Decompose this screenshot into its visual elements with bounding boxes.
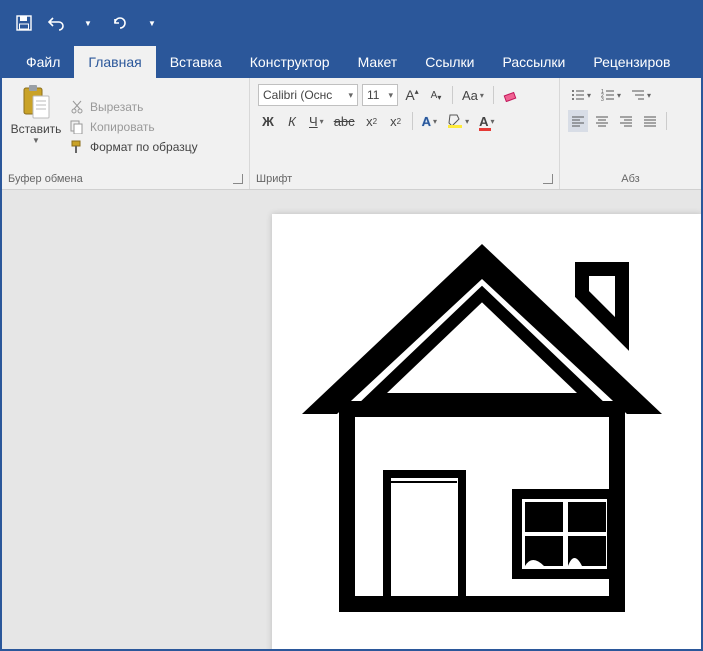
document-area[interactable] bbox=[2, 190, 701, 649]
paste-button[interactable]: Вставить ▼ bbox=[8, 82, 64, 171]
align-justify-button[interactable] bbox=[640, 110, 660, 132]
undo-dropdown[interactable]: ▼ bbox=[74, 9, 102, 37]
eraser-icon bbox=[503, 88, 519, 102]
grow-font-button[interactable]: A▴ bbox=[402, 84, 422, 106]
qat-customize[interactable]: ▼ bbox=[138, 9, 166, 37]
format-painter-label: Формат по образцу bbox=[90, 140, 198, 154]
bullets-icon bbox=[571, 88, 585, 102]
format-painter-button[interactable]: Формат по образцу bbox=[66, 138, 202, 156]
scissors-icon bbox=[70, 100, 84, 114]
paste-label: Вставить bbox=[11, 122, 62, 136]
quick-access-toolbar: ▼ ▼ bbox=[2, 2, 701, 44]
font-color-button[interactable]: A▾ bbox=[476, 110, 497, 132]
align-right-button[interactable] bbox=[616, 110, 636, 132]
save-button[interactable] bbox=[10, 9, 38, 37]
change-case-button[interactable]: Aa▾ bbox=[459, 84, 487, 106]
bullets-button[interactable]: ▾ bbox=[568, 84, 594, 106]
highlight-icon bbox=[447, 113, 463, 129]
subscript-button[interactable]: x2 bbox=[362, 110, 382, 132]
house-image[interactable] bbox=[282, 224, 682, 624]
multilevel-list-button[interactable]: ▾ bbox=[628, 84, 654, 106]
ribbon: Вставить ▼ Вырезать Копировать Формат по… bbox=[2, 78, 701, 190]
copy-icon bbox=[70, 120, 84, 134]
font-name-combo[interactable]: Calibri (Оснс▾ bbox=[258, 84, 358, 106]
tab-file[interactable]: Файл bbox=[12, 46, 74, 78]
redo-icon bbox=[112, 15, 128, 31]
font-name-value: Calibri (Оснс bbox=[263, 88, 332, 102]
font-size-value: 11 bbox=[367, 88, 379, 102]
shrink-font-button[interactable]: A▾ bbox=[426, 84, 446, 106]
clear-formatting-button[interactable] bbox=[500, 84, 522, 106]
paintbrush-icon bbox=[70, 140, 84, 154]
tab-review[interactable]: Рецензиров bbox=[579, 46, 684, 78]
superscript-button[interactable]: x2 bbox=[386, 110, 406, 132]
bold-button[interactable]: Ж bbox=[258, 110, 278, 132]
strikethrough-button[interactable]: abc bbox=[331, 110, 358, 132]
align-center-button[interactable] bbox=[592, 110, 612, 132]
tab-home[interactable]: Главная bbox=[74, 46, 155, 78]
font-size-combo[interactable]: 11▾ bbox=[362, 84, 398, 106]
highlight-button[interactable]: ▾ bbox=[444, 110, 472, 132]
copy-label: Копировать bbox=[90, 120, 155, 134]
group-paragraph: ▾ 123▾ ▾ bbox=[560, 78, 701, 189]
group-clipboard-label: Буфер обмена bbox=[8, 173, 83, 185]
numbering-icon: 123 bbox=[601, 88, 615, 102]
save-icon bbox=[16, 15, 32, 31]
clipboard-dialog-launcher[interactable] bbox=[233, 174, 243, 184]
group-font: Calibri (Оснс▾ 11▾ A▴ A▾ Aa▾ Ж К Ч▾ abc bbox=[250, 78, 560, 189]
align-justify-icon bbox=[643, 115, 657, 127]
font-dialog-launcher[interactable] bbox=[543, 174, 553, 184]
italic-button[interactable]: К bbox=[282, 110, 302, 132]
group-font-label: Шрифт bbox=[256, 173, 292, 185]
align-left-icon bbox=[571, 115, 585, 127]
tab-layout[interactable]: Макет bbox=[344, 46, 412, 78]
cut-label: Вырезать bbox=[90, 100, 143, 114]
undo-button[interactable] bbox=[42, 9, 70, 37]
text-effects-button[interactable]: A▾ bbox=[419, 110, 440, 132]
group-clipboard: Вставить ▼ Вырезать Копировать Формат по… bbox=[2, 78, 250, 189]
group-paragraph-label: Абз bbox=[621, 173, 639, 185]
multilevel-icon bbox=[631, 88, 645, 102]
undo-icon bbox=[47, 15, 65, 31]
redo-button[interactable] bbox=[106, 9, 134, 37]
tab-design[interactable]: Конструктор bbox=[236, 46, 344, 78]
tab-insert[interactable]: Вставка bbox=[156, 46, 236, 78]
copy-button[interactable]: Копировать bbox=[66, 118, 202, 136]
numbering-button[interactable]: 123▾ bbox=[598, 84, 624, 106]
align-left-button[interactable] bbox=[568, 110, 588, 132]
cut-button[interactable]: Вырезать bbox=[66, 98, 202, 116]
ribbon-tabs: Файл Главная Вставка Конструктор Макет С… bbox=[2, 44, 701, 78]
align-center-icon bbox=[595, 115, 609, 127]
document-page[interactable] bbox=[272, 214, 701, 649]
tab-mailings[interactable]: Рассылки bbox=[489, 46, 580, 78]
tab-references[interactable]: Ссылки bbox=[411, 46, 488, 78]
underline-button[interactable]: Ч▾ bbox=[306, 110, 327, 132]
align-right-icon bbox=[619, 115, 633, 127]
svg-text:3: 3 bbox=[601, 97, 604, 102]
clipboard-icon bbox=[21, 84, 51, 120]
